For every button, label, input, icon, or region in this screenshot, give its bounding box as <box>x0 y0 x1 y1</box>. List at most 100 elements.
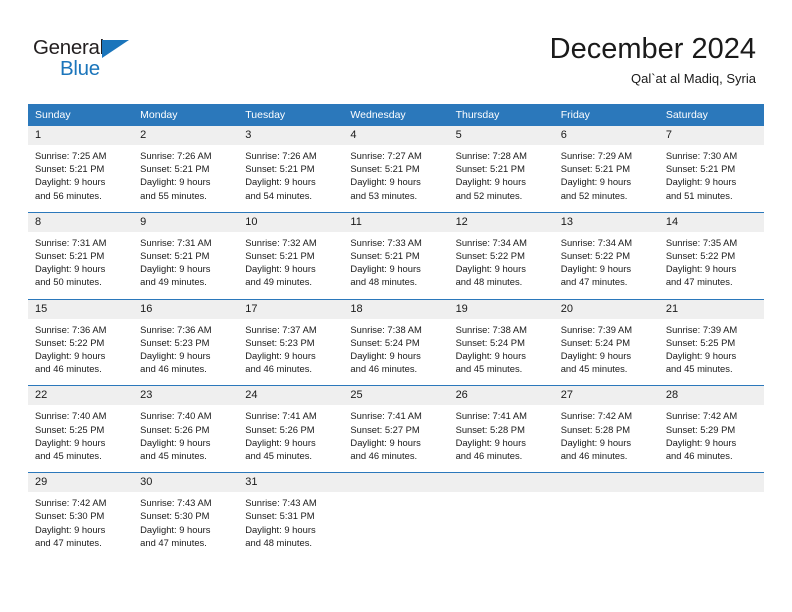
sunset-text: Sunset: 5:21 PM <box>35 250 105 262</box>
calendar-day-cell[interactable]: 3 Sunrise: 7:26 AM Sunset: 5:21 PM Daylight… <box>238 126 344 212</box>
calendar-day-number: 19 <box>448 299 554 319</box>
calendar-day-cell[interactable]: 9 Sunrise: 7:31 AM Sunset: 5:21 PM Daylight… <box>133 211 239 300</box>
calendar-day-number: 17 <box>238 299 344 319</box>
general-blue-logo[interactable]: General Blue <box>33 36 163 84</box>
daylight-text-line2: and 45 minutes. <box>455 363 523 375</box>
daylight-text-line1: Daylight: 9 hours <box>350 350 421 362</box>
calendar-day-cell[interactable]: 19 Sunrise: 7:38 AM Sunset: 5:24 PM Dayligh… <box>448 298 554 386</box>
calendar-day-details: Sunrise: 7:36 AM Sunset: 5:22 PM Daylight:… <box>28 319 133 386</box>
calendar-day-cell[interactable]: 23 Sunrise: 7:40 AM Sunset: 5:26 PM Dayligh… <box>133 385 239 473</box>
calendar-day-number: 18 <box>343 299 449 319</box>
calendar-day-details: Sunrise: 7:33 AM Sunset: 5:21 PM Daylight:… <box>343 232 448 299</box>
page-title: December 2024 <box>549 33 756 65</box>
calendar-day-details <box>343 492 448 549</box>
calendar-day-cell[interactable]: 13 Sunrise: 7:34 AM Sunset: 5:22 PM Dayligh… <box>553 211 659 300</box>
calendar-day-cell[interactable]: 31 Sunrise: 7:43 AM Sunset: 5:31 PM Dayligh… <box>238 472 344 560</box>
sunrise-text: Sunrise: 7:43 AM <box>140 497 212 509</box>
calendar-day-details: Sunrise: 7:27 AM Sunset: 5:21 PM Daylight:… <box>343 145 448 212</box>
calendar-week-row: 8 Sunrise: 7:31 AM Sunset: 5:21 PM Daylight… <box>28 211 764 300</box>
calendar-day-cell[interactable]: 24 Sunrise: 7:41 AM Sunset: 5:26 PM Dayligh… <box>238 385 344 473</box>
calendar-day-cell[interactable]: 22 Sunrise: 7:40 AM Sunset: 5:25 PM Dayligh… <box>28 385 134 473</box>
calendar-day-cell[interactable]: 17 Sunrise: 7:37 AM Sunset: 5:23 PM Dayligh… <box>238 298 344 386</box>
weekday-header-thursday: Thursday <box>448 104 554 126</box>
calendar-day-number: 2 <box>133 126 239 145</box>
daylight-text-line1: Daylight: 9 hours <box>35 176 106 188</box>
calendar-day-cell[interactable]: 10 Sunrise: 7:32 AM Sunset: 5:21 PM Dayligh… <box>238 211 344 300</box>
daylight-text-line2: and 45 minutes. <box>245 450 312 462</box>
daylight-text-line1: Daylight: 9 hours <box>455 263 526 275</box>
daylight-text-line2: and 55 minutes. <box>140 189 207 201</box>
calendar-page: General Blue December 2024 Qal`at al Mad… <box>0 0 792 612</box>
calendar-day-details: Sunrise: 7:38 AM Sunset: 5:24 PM Daylight:… <box>343 319 448 386</box>
sunset-text: Sunset: 5:22 PM <box>665 250 736 262</box>
calendar-day-number <box>343 473 449 493</box>
sunset-text: Sunset: 5:21 PM <box>35 163 105 175</box>
calendar-day-cell[interactable]: 12 Sunrise: 7:34 AM Sunset: 5:22 PM Dayligh… <box>448 211 554 300</box>
calendar-day-cell[interactable]: 30 Sunrise: 7:43 AM Sunset: 5:30 PM Dayligh… <box>133 472 239 560</box>
calendar-day-number: 22 <box>28 386 134 406</box>
calendar-day-cell-empty <box>553 472 659 560</box>
calendar-day-cell[interactable]: 7 Sunrise: 7:30 AM Sunset: 5:21 PM Daylight… <box>658 126 764 212</box>
calendar-day-number: 14 <box>658 212 764 232</box>
calendar-day-cell[interactable]: 16 Sunrise: 7:36 AM Sunset: 5:23 PM Dayligh… <box>133 298 239 386</box>
sunrise-text: Sunrise: 7:42 AM <box>35 497 107 509</box>
calendar-day-cell[interactable]: 15 Sunrise: 7:36 AM Sunset: 5:22 PM Dayligh… <box>28 298 134 386</box>
sunrise-text: Sunrise: 7:34 AM <box>560 236 633 248</box>
sunset-text: Sunset: 5:26 PM <box>140 423 210 435</box>
calendar-day-details: Sunrise: 7:42 AM Sunset: 5:29 PM Daylight:… <box>659 405 764 472</box>
calendar-day-cell[interactable]: 4 Sunrise: 7:27 AM Sunset: 5:21 PM Daylight… <box>343 126 449 212</box>
daylight-text-line2: and 45 minutes. <box>665 363 733 375</box>
sunrise-text: Sunrise: 7:41 AM <box>245 410 317 422</box>
calendar-day-number: 26 <box>448 386 554 406</box>
sunrise-text: Sunrise: 7:41 AM <box>350 410 422 422</box>
sunset-text: Sunset: 5:21 PM <box>245 250 315 262</box>
calendar-day-cell[interactable]: 1 Sunrise: 7:25 AM Sunset: 5:21 PM Daylight… <box>28 126 134 212</box>
daylight-text-line2: and 51 minutes. <box>665 189 733 201</box>
daylight-text-line1: Daylight: 9 hours <box>140 523 211 535</box>
calendar-day-cell[interactable]: 11 Sunrise: 7:33 AM Sunset: 5:21 PM Dayligh… <box>343 211 449 300</box>
calendar-day-number: 29 <box>28 473 134 493</box>
calendar-day-cell[interactable]: 27 Sunrise: 7:42 AM Sunset: 5:28 PM Dayligh… <box>553 385 659 473</box>
calendar-day-cell[interactable]: 6 Sunrise: 7:29 AM Sunset: 5:21 PM Daylight… <box>553 126 659 212</box>
calendar-day-number: 28 <box>658 386 764 406</box>
calendar-day-cell[interactable]: 2 Sunrise: 7:26 AM Sunset: 5:21 PM Daylight… <box>133 126 239 212</box>
calendar-day-cell[interactable]: 28 Sunrise: 7:42 AM Sunset: 5:29 PM Dayligh… <box>658 385 764 473</box>
calendar-day-details: Sunrise: 7:31 AM Sunset: 5:21 PM Daylight:… <box>133 232 238 299</box>
calendar-day-details: Sunrise: 7:30 AM Sunset: 5:21 PM Daylight:… <box>659 145 764 212</box>
sunset-text: Sunset: 5:24 PM <box>560 336 631 348</box>
daylight-text-line2: and 50 minutes. <box>35 276 102 288</box>
daylight-text-line1: Daylight: 9 hours <box>140 263 211 275</box>
calendar-day-cell[interactable]: 18 Sunrise: 7:38 AM Sunset: 5:24 PM Dayligh… <box>343 298 449 386</box>
sunrise-text: Sunrise: 7:42 AM <box>665 410 738 422</box>
weekday-header-saturday: Saturday <box>658 104 764 126</box>
calendar-day-cell-empty <box>343 472 449 560</box>
calendar-day-cell[interactable]: 29 Sunrise: 7:42 AM Sunset: 5:30 PM Dayligh… <box>28 472 134 560</box>
calendar-day-details: Sunrise: 7:26 AM Sunset: 5:21 PM Daylight:… <box>238 145 343 212</box>
calendar-day-details: Sunrise: 7:37 AM Sunset: 5:23 PM Daylight:… <box>238 319 343 386</box>
calendar-day-number: 16 <box>133 299 239 319</box>
calendar-day-number: 20 <box>553 299 659 319</box>
daylight-text-line1: Daylight: 9 hours <box>140 176 211 188</box>
calendar-day-cell[interactable]: 25 Sunrise: 7:41 AM Sunset: 5:27 PM Dayligh… <box>343 385 449 473</box>
calendar-day-cell[interactable]: 14 Sunrise: 7:35 AM Sunset: 5:22 PM Dayligh… <box>658 211 764 300</box>
calendar-day-number: 24 <box>238 386 344 406</box>
sunrise-text: Sunrise: 7:32 AM <box>245 236 317 248</box>
sunset-text: Sunset: 5:23 PM <box>140 336 210 348</box>
calendar-day-details: Sunrise: 7:43 AM Sunset: 5:31 PM Daylight:… <box>238 492 343 559</box>
sunset-text: Sunset: 5:22 PM <box>35 336 105 348</box>
daylight-text-line1: Daylight: 9 hours <box>245 176 316 188</box>
daylight-text-line2: and 46 minutes. <box>455 450 523 462</box>
daylight-text-line2: and 49 minutes. <box>245 276 312 288</box>
calendar-day-cell[interactable]: 8 Sunrise: 7:31 AM Sunset: 5:21 PM Daylight… <box>28 211 134 300</box>
calendar-day-cell[interactable]: 20 Sunrise: 7:39 AM Sunset: 5:24 PM Dayligh… <box>553 298 659 386</box>
sunset-text: Sunset: 5:26 PM <box>245 423 315 435</box>
calendar-day-cell[interactable]: 5 Sunrise: 7:28 AM Sunset: 5:21 PM Daylight… <box>448 126 554 212</box>
calendar-day-cell[interactable]: 21 Sunrise: 7:39 AM Sunset: 5:25 PM Dayligh… <box>658 298 764 386</box>
calendar-day-details: Sunrise: 7:32 AM Sunset: 5:21 PM Daylight:… <box>238 232 343 299</box>
calendar-day-number: 21 <box>658 299 764 319</box>
sunset-text: Sunset: 5:24 PM <box>455 336 525 348</box>
calendar-day-number: 30 <box>133 473 239 493</box>
calendar-day-details: Sunrise: 7:40 AM Sunset: 5:25 PM Daylight:… <box>28 405 133 472</box>
calendar-day-cell[interactable]: 26 Sunrise: 7:41 AM Sunset: 5:28 PM Dayligh… <box>448 385 554 473</box>
sunrise-text: Sunrise: 7:36 AM <box>35 323 107 335</box>
